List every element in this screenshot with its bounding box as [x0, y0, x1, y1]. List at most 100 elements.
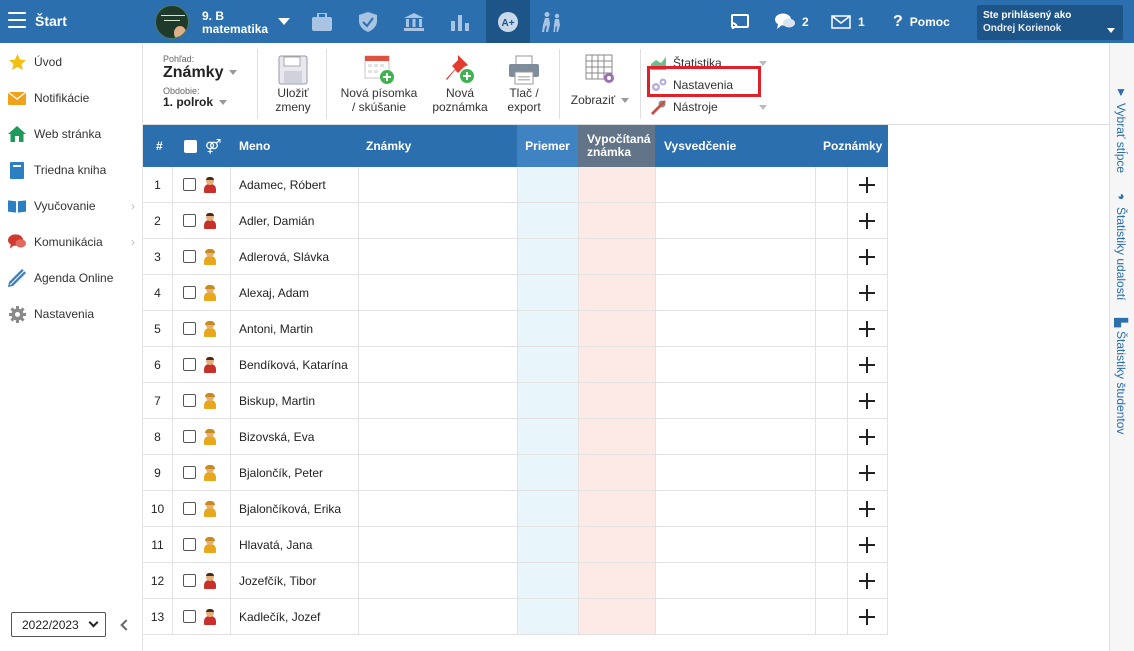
average-cell[interactable]: [517, 167, 578, 202]
average-cell[interactable]: [517, 563, 578, 598]
grades-cell[interactable]: [359, 275, 517, 310]
report-card-cell[interactable]: [656, 455, 815, 490]
add-note-icon[interactable]: [859, 563, 875, 598]
add-note-icon[interactable]: [859, 203, 875, 238]
add-note-icon[interactable]: [859, 167, 875, 202]
sidebar-item-triedna-kniha[interactable]: Triedna kniha: [0, 152, 143, 188]
average-cell[interactable]: [517, 203, 578, 238]
average-cell[interactable]: [517, 599, 578, 634]
header-report-card[interactable]: Vysvedčenie: [664, 125, 736, 167]
add-note-icon[interactable]: [859, 347, 875, 382]
user-menu[interactable]: Ste prihlásený ako Ondrej Korienok: [977, 5, 1123, 40]
add-note-icon[interactable]: [859, 275, 875, 310]
report-card-cell[interactable]: [656, 347, 815, 382]
computed-grade-cell[interactable]: [578, 599, 655, 634]
student-name[interactable]: Kadlečík, Jozef: [239, 599, 320, 634]
cast-icon[interactable]: [731, 0, 749, 43]
average-cell[interactable]: [517, 455, 578, 490]
grades-cell[interactable]: [359, 419, 517, 454]
sidebar-item-notifikacie[interactable]: Notifikácie: [0, 80, 143, 116]
start-label[interactable]: Štart: [35, 13, 67, 29]
grades-cell[interactable]: [359, 239, 517, 274]
student-name[interactable]: Hlavatá, Jana: [239, 527, 312, 562]
sidebar-item-web-stranka[interactable]: Web stránka: [0, 116, 143, 152]
report-card-cell[interactable]: [656, 275, 815, 310]
average-cell[interactable]: [517, 275, 578, 310]
settings-menu[interactable]: Nastavenia: [651, 74, 771, 96]
row-checkbox[interactable]: [183, 491, 196, 526]
row-checkbox[interactable]: [183, 167, 196, 202]
walking-people-icon[interactable]: [530, 0, 574, 43]
add-note-icon[interactable]: [859, 383, 875, 418]
messages-button[interactable]: 2: [775, 0, 809, 43]
student-name[interactable]: Bjalončíková, Erika: [239, 491, 341, 526]
grades-cell[interactable]: [359, 455, 517, 490]
grades-cell[interactable]: [359, 491, 517, 526]
period-dropdown[interactable]: 1. polrok: [163, 96, 253, 109]
briefcase-icon[interactable]: [300, 0, 344, 43]
student-name[interactable]: Adler, Damián: [239, 203, 314, 238]
report-card-cell[interactable]: [656, 599, 815, 634]
view-dropdown[interactable]: Známky: [163, 64, 253, 82]
average-cell[interactable]: [517, 347, 578, 382]
report-card-cell[interactable]: [656, 203, 815, 238]
shield-check-icon[interactable]: [346, 0, 390, 43]
student-name[interactable]: Adamec, Róbert: [239, 167, 326, 202]
add-note-icon[interactable]: [859, 527, 875, 562]
institution-icon[interactable]: [392, 0, 436, 43]
report-card-cell[interactable]: [656, 563, 815, 598]
row-checkbox[interactable]: [183, 527, 196, 562]
row-checkbox[interactable]: [183, 347, 196, 382]
grades-cell[interactable]: [359, 383, 517, 418]
header-notes[interactable]: Poznámky: [823, 125, 882, 167]
computed-grade-cell[interactable]: [578, 563, 655, 598]
row-checkbox[interactable]: [183, 455, 196, 490]
sidebar-item-agenda-online[interactable]: Agenda Online: [0, 260, 143, 296]
grades-cell[interactable]: [359, 527, 517, 562]
sidebar-item-nastavenia[interactable]: Nastavenia: [0, 296, 143, 332]
computed-grade-cell[interactable]: [578, 239, 655, 274]
sidebar-item-uvod[interactable]: Úvod: [0, 44, 143, 80]
grades-cell[interactable]: [359, 167, 517, 202]
tab-event-stats[interactable]: ◕ Štatistiky udalostí: [1114, 189, 1128, 300]
report-card-cell[interactable]: [656, 419, 815, 454]
computed-grade-cell[interactable]: [578, 419, 655, 454]
average-cell[interactable]: [517, 527, 578, 562]
average-cell[interactable]: [517, 311, 578, 346]
school-year-select[interactable]: 2022/2023: [11, 612, 106, 637]
report-card-cell[interactable]: [656, 239, 815, 274]
bar-chart-icon[interactable]: [438, 0, 482, 43]
report-card-cell[interactable]: [656, 311, 815, 346]
computed-grade-cell[interactable]: [578, 347, 655, 382]
header-name[interactable]: Meno: [239, 125, 270, 167]
print-export-button[interactable]: Tlač / export: [501, 53, 547, 114]
average-cell[interactable]: [517, 419, 578, 454]
row-checkbox[interactable]: [183, 563, 196, 598]
average-cell[interactable]: [517, 383, 578, 418]
average-cell[interactable]: [517, 491, 578, 526]
add-note-icon[interactable]: [859, 491, 875, 526]
computed-grade-cell[interactable]: [578, 527, 655, 562]
row-checkbox[interactable]: [183, 311, 196, 346]
sidebar-item-komunikacia[interactable]: Komunikácia ›: [0, 224, 143, 260]
computed-grade-cell[interactable]: [578, 311, 655, 346]
header-grades[interactable]: Známky: [366, 125, 411, 167]
new-test-button[interactable]: Nová písomka / skúšanie: [339, 53, 419, 114]
new-note-button[interactable]: Nová poznámka: [430, 53, 490, 114]
computed-grade-cell[interactable]: [578, 203, 655, 238]
student-name[interactable]: Jozefčík, Tibor: [239, 563, 316, 598]
grades-cell[interactable]: [359, 563, 517, 598]
row-checkbox[interactable]: [183, 419, 196, 454]
help-button[interactable]: ? Pomoc: [893, 0, 950, 43]
show-button[interactable]: Zobraziť: [569, 53, 631, 107]
row-checkbox[interactable]: [183, 203, 196, 238]
tab-student-stats[interactable]: ▙ Štatistiky študentov: [1114, 318, 1128, 435]
computed-grade-cell[interactable]: [578, 455, 655, 490]
student-name[interactable]: Alexaj, Adam: [239, 275, 309, 310]
row-checkbox[interactable]: [183, 239, 196, 274]
computed-grade-cell[interactable]: [578, 491, 655, 526]
header-average[interactable]: Priemer: [517, 125, 578, 167]
tools-menu[interactable]: Nástroje: [651, 96, 771, 118]
student-name[interactable]: Bizovská, Eva: [239, 419, 314, 454]
add-note-icon[interactable]: [859, 239, 875, 274]
